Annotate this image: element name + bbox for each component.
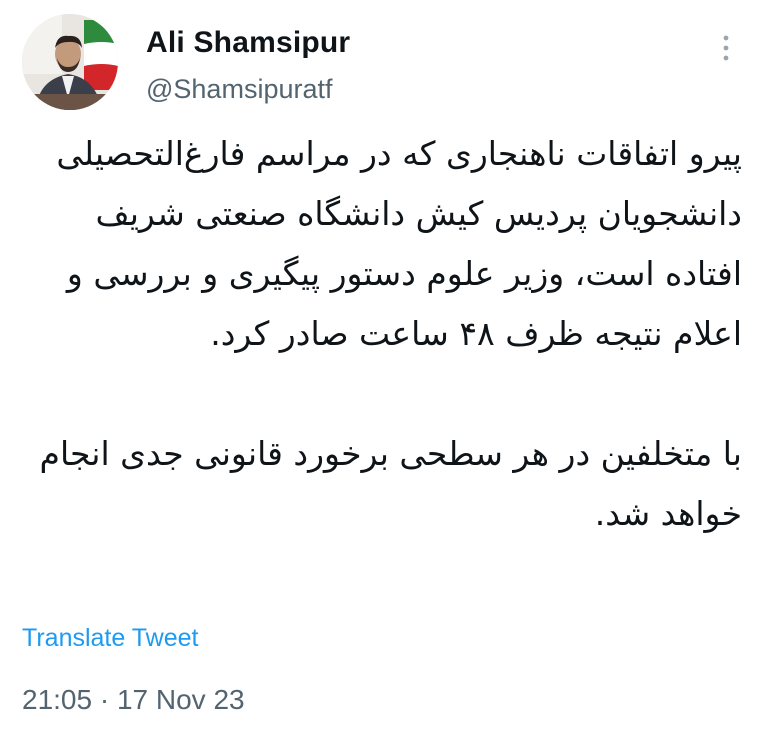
author-handle[interactable]: @Shamsipuratf bbox=[146, 74, 332, 105]
more-vertical-icon bbox=[723, 35, 729, 61]
translate-tweet-link[interactable]: Translate Tweet bbox=[22, 624, 198, 653]
tweet-card: Ali Shamsipur @Shamsipuratf پیرو اتفاقات… bbox=[0, 0, 763, 741]
tweet-paragraph: پیرو اتفاقات ناهنجاری که در مراسم فارغ‌ا… bbox=[56, 134, 742, 353]
tweet-timestamp[interactable]: 21:05 · 17 Nov 23 bbox=[22, 684, 245, 716]
more-options-button[interactable] bbox=[708, 30, 744, 66]
avatar[interactable] bbox=[22, 14, 118, 110]
tweet-text: پیرو اتفاقات ناهنجاری که در مراسم فارغ‌ا… bbox=[16, 124, 742, 544]
avatar-photo bbox=[22, 14, 118, 110]
tweet-paragraph: با متخلفین در هر سطحی برخورد قانونی جدی … bbox=[39, 434, 742, 533]
author-display-name[interactable]: Ali Shamsipur bbox=[146, 26, 350, 60]
